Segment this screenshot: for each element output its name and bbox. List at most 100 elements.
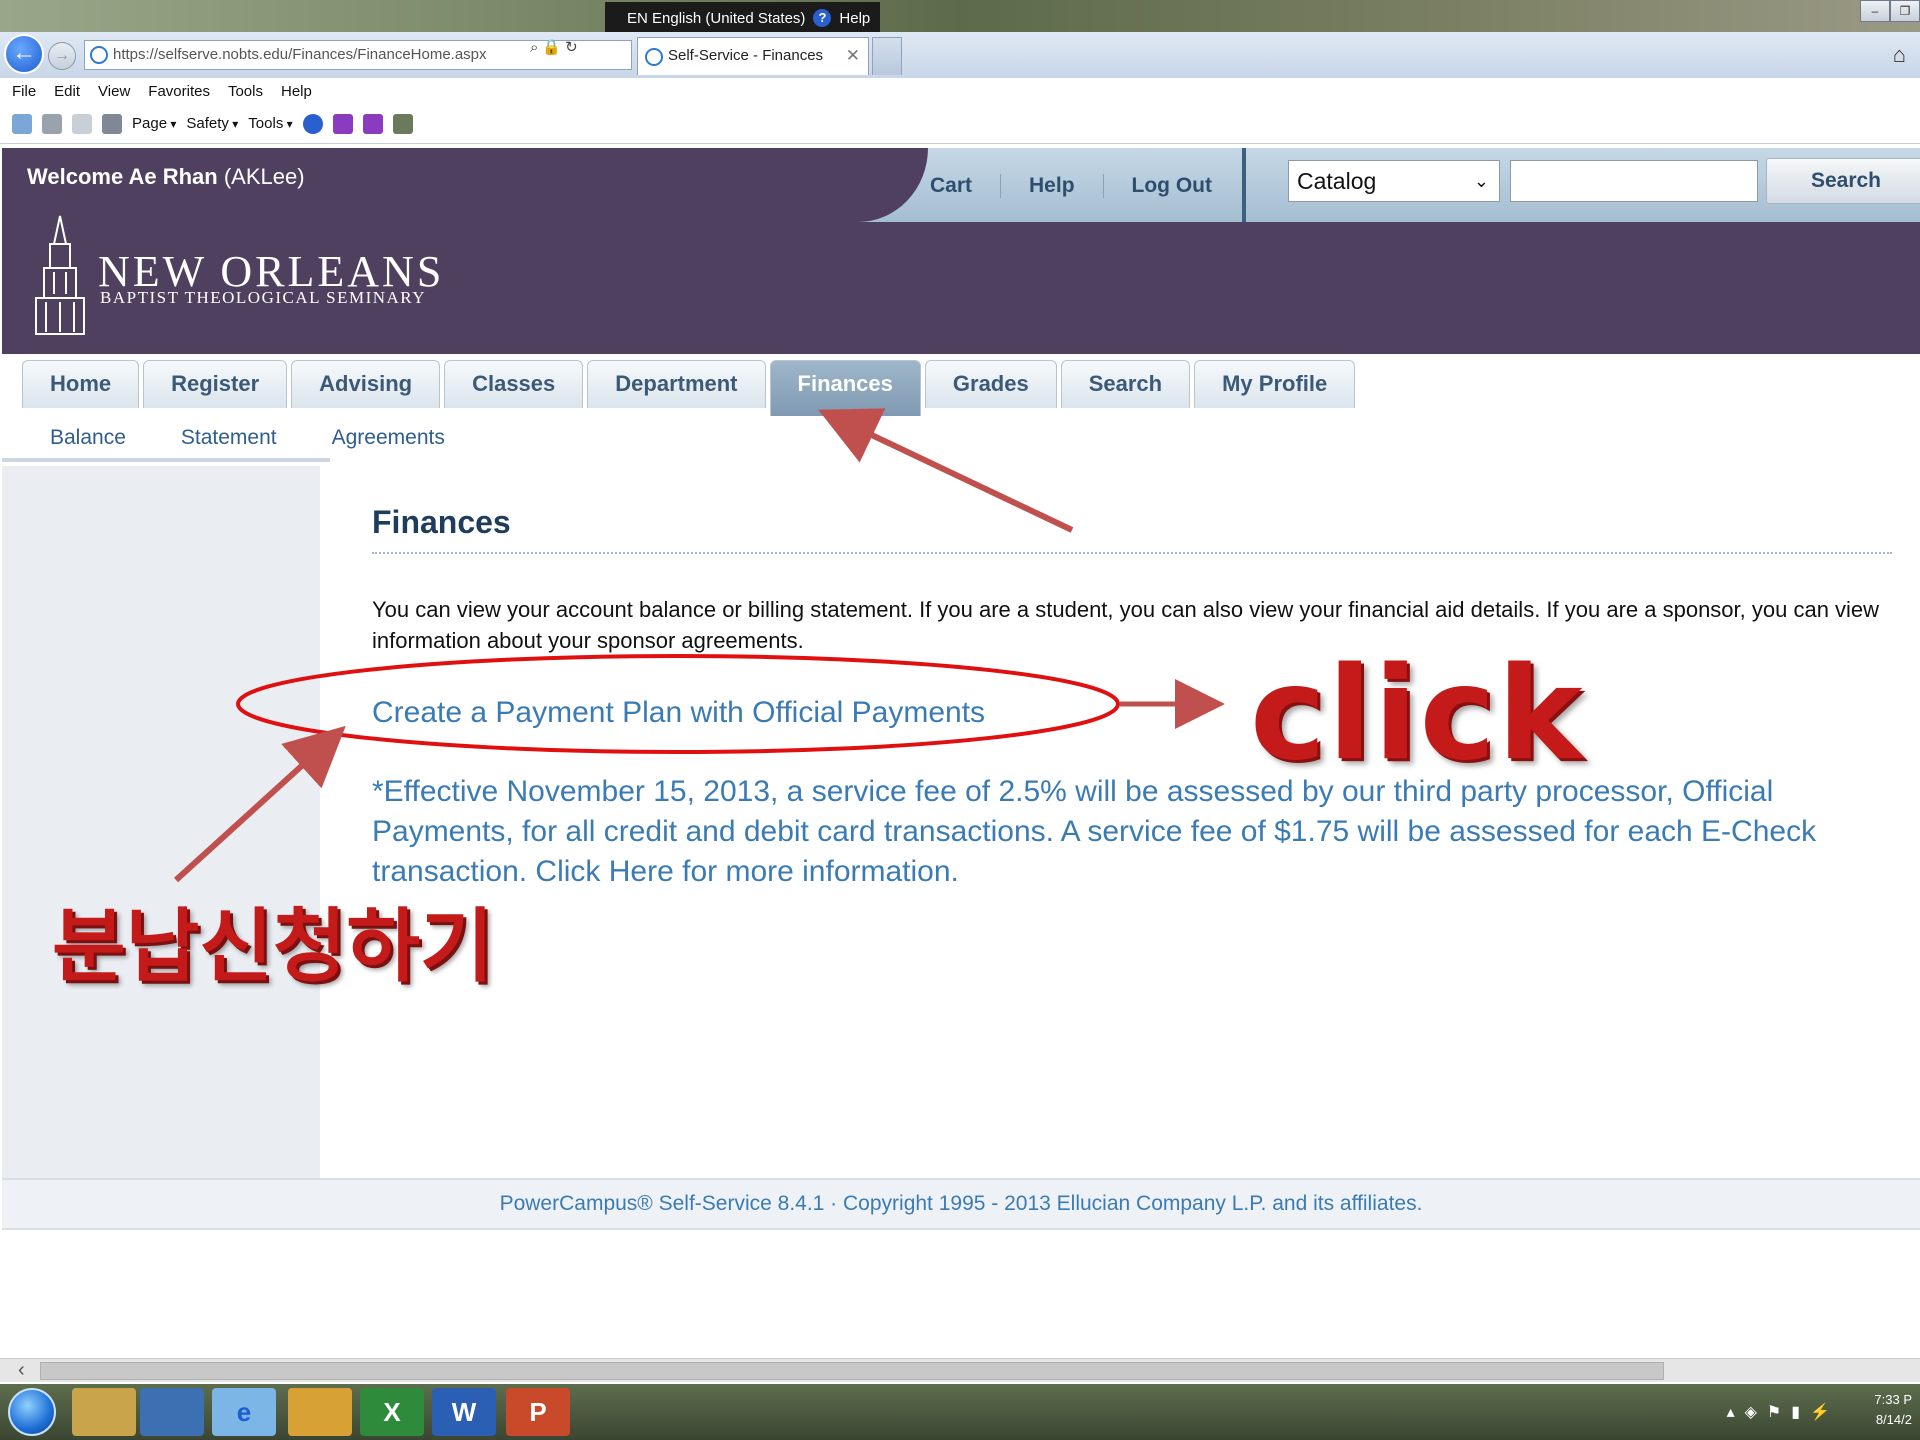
onenote-icon[interactable]: [332, 113, 353, 134]
internet-explorer-icon[interactable]: e: [212, 1388, 276, 1436]
word-icon[interactable]: W: [432, 1388, 496, 1436]
search-button[interactable]: Search: [1766, 158, 1920, 204]
tab-advising[interactable]: Advising: [291, 360, 441, 408]
subnav-statement[interactable]: Statement: [181, 426, 277, 450]
lock-icon[interactable]: 🔒: [542, 39, 565, 56]
footer: PowerCampus® Self-Service 8.4.1 · Copyri…: [2, 1178, 1920, 1230]
signal-icon[interactable]: ▮: [1791, 1404, 1810, 1421]
cart-link[interactable]: Cart: [930, 174, 972, 198]
power-icon[interactable]: ⚡: [1810, 1404, 1840, 1421]
media-player-icon[interactable]: [140, 1388, 204, 1436]
system-tray-icons[interactable]: ▴◈⚑▮⚡: [1727, 1402, 1840, 1422]
menu-edit[interactable]: Edit: [54, 83, 80, 100]
start-button[interactable]: [8, 1388, 56, 1436]
intro-text: You can view your account balance or bil…: [372, 597, 1880, 653]
refresh-icon[interactable]: ↻: [565, 39, 582, 56]
close-tab-icon[interactable]: ✕: [846, 38, 860, 74]
tab-search[interactable]: Search: [1060, 360, 1191, 408]
home-icon[interactable]: [12, 113, 32, 134]
scrollbar-thumb[interactable]: [40, 1362, 1664, 1380]
command-bar: Page Safety Tools: [0, 104, 1920, 144]
payment-plan-link[interactable]: Create a Payment Plan with Official Paym…: [372, 696, 985, 730]
divider: [1102, 174, 1104, 198]
logo-subtitle: BAPTIST THEOLOGICAL SEMINARY: [100, 288, 426, 307]
menu-file[interactable]: File: [12, 83, 36, 100]
welcome-username: (AKLee): [223, 164, 305, 189]
safety-menu[interactable]: Safety: [186, 115, 238, 132]
divider: [1242, 148, 1246, 222]
search-input[interactable]: [1510, 160, 1758, 202]
logout-link[interactable]: Log Out: [1132, 174, 1212, 198]
onenote-linked-icon[interactable]: [362, 113, 383, 134]
excel-icon[interactable]: X: [360, 1388, 424, 1436]
page-title: Finances: [372, 504, 511, 540]
title-divider: [372, 552, 1892, 554]
tab-classes[interactable]: Classes: [444, 360, 584, 408]
network-icon[interactable]: ◈: [1745, 1404, 1767, 1421]
mail-icon[interactable]: [72, 113, 92, 134]
menu-favorites[interactable]: Favorites: [148, 83, 210, 100]
tab-my-profile[interactable]: My Profile: [1194, 360, 1356, 408]
tab-title: Self-Service - Finances: [668, 47, 824, 64]
subnav-agreements[interactable]: Agreements: [332, 426, 445, 450]
restore-button[interactable]: ❐: [1890, 0, 1920, 22]
print-icon[interactable]: [102, 113, 122, 134]
menu-bar: File Edit View Favorites Tools Help: [0, 78, 1920, 104]
tab-department[interactable]: Department: [587, 360, 766, 408]
tray-expand-icon[interactable]: ▴: [1727, 1404, 1745, 1421]
tab-grades[interactable]: Grades: [924, 360, 1057, 408]
feeds-icon[interactable]: [42, 113, 62, 134]
welcome-message: Welcome Ae Rhan (AKLee): [27, 164, 305, 190]
click-annotation: click: [1250, 640, 1585, 789]
fee-notice-link[interactable]: *Effective November 15, 2013, a service …: [372, 772, 1912, 892]
welcome-name: Welcome Ae Rhan: [27, 164, 218, 189]
help-link[interactable]: Help: [1029, 174, 1075, 198]
help-icon[interactable]: [302, 113, 323, 134]
language-label: EN English (United States): [627, 9, 806, 27]
research-icon[interactable]: [392, 113, 413, 134]
back-button[interactable]: ←: [4, 34, 44, 74]
menu-help[interactable]: Help: [281, 83, 312, 100]
action-center-icon[interactable]: ⚑: [1767, 1404, 1791, 1421]
menu-tools[interactable]: Tools: [228, 83, 263, 100]
tab-home[interactable]: Home: [22, 360, 140, 408]
tools-menu[interactable]: Tools: [248, 115, 292, 132]
catalog-select[interactable]: Catalog ⌄: [1288, 160, 1500, 202]
catalog-select-value: Catalog: [1297, 168, 1377, 194]
chevron-down-icon: ⌄: [1473, 171, 1489, 191]
site-header: Welcome Ae Rhan (AKLee) NEW ORLEANS BAPT…: [2, 148, 1920, 354]
address-url: https://selfserve.nobts.edu/Finances/Fin…: [113, 46, 487, 63]
address-actions[interactable]: ⌕🔒↻: [530, 38, 582, 56]
browser-navbar: ← → https://selfserve.nobts.edu/Finances…: [0, 32, 1920, 78]
forward-button[interactable]: →: [48, 42, 76, 70]
minimize-button[interactable]: –: [1860, 0, 1890, 22]
menu-view[interactable]: View: [98, 83, 130, 100]
korean-annotation: 분납신청하기: [52, 900, 494, 993]
horizontal-scrollbar[interactable]: ‹: [0, 1358, 1920, 1382]
help-icon[interactable]: ?: [813, 9, 832, 27]
clock[interactable]: 7:33 P 8/14/2: [1874, 1390, 1912, 1430]
seminary-logo-icon: [35, 215, 85, 335]
subnav-balance[interactable]: Balance: [50, 426, 126, 450]
new-tab-button[interactable]: [872, 37, 902, 75]
chrome-icon[interactable]: [288, 1388, 352, 1436]
language-bar[interactable]: EN English (United States) ? Help: [605, 2, 880, 34]
window-controls: – ❐: [1860, 0, 1920, 22]
explorer-icon[interactable]: [72, 1388, 136, 1436]
tab-favicon-icon: [645, 48, 663, 66]
browser-tab[interactable]: Self-Service - Finances ✕: [637, 37, 869, 75]
page: Welcome Ae Rhan (AKLee) NEW ORLEANS BAPT…: [2, 148, 1920, 1356]
search-icon[interactable]: ⌕: [530, 39, 542, 56]
left-sidebar: [2, 466, 320, 1178]
clock-date: 8/14/2: [1875, 1412, 1912, 1427]
subnav: Balance Statement Agreements: [50, 426, 445, 450]
tab-finances[interactable]: Finances: [769, 360, 921, 416]
page-menu[interactable]: Page: [132, 115, 176, 132]
home-icon[interactable]: ⌂: [1893, 42, 1906, 68]
scroll-left-icon[interactable]: ‹: [18, 1359, 25, 1382]
utility-links: Cart Help Log Out: [930, 174, 1212, 198]
tab-register[interactable]: Register: [143, 360, 288, 408]
divider: [1000, 174, 1002, 198]
language-help-label[interactable]: Help: [839, 10, 870, 27]
powerpoint-icon[interactable]: P: [506, 1388, 570, 1436]
